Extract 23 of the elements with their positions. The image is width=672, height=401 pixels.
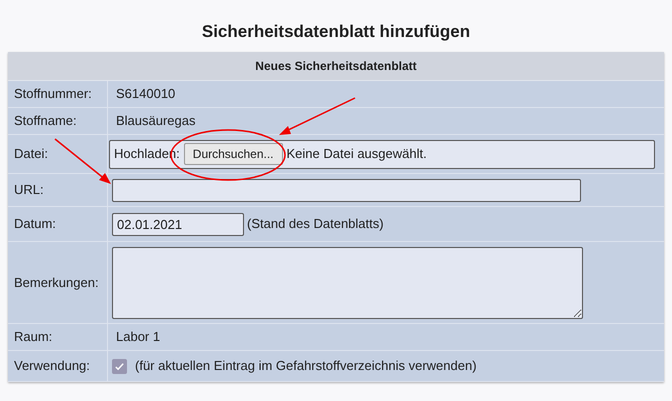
file-status: Keine Datei ausgewählt. (286, 145, 427, 164)
field-label: Stoffname: (14, 112, 77, 130)
browse-button[interactable]: Durchsuchen... (184, 143, 282, 165)
field-label: Raum: (14, 328, 52, 346)
field-label: Bemerkungen: (14, 274, 99, 292)
date-field[interactable]: 02.01.2021 (112, 212, 244, 236)
field-value: Blausäuregas (115, 112, 196, 130)
table-heading: Neues Sicherheitsdatenblatt (8, 52, 664, 81)
date-note: (Stand des Datenblatts) (247, 215, 384, 234)
field-label: Datum: (14, 215, 56, 234)
field-label: Stoffnummer: (14, 85, 92, 104)
checkbox[interactable] (112, 358, 127, 374)
page-title: Sicherheitsdatenblatt hinzufügen (200, 21, 472, 43)
field-label: URL: (14, 181, 44, 200)
field-value: S6140010 (115, 85, 176, 104)
checkbox-label: (für aktuellen Eintrag im Gefahrstoffverzeichnis verwenden) (135, 357, 477, 376)
field-value: Labor 1 (115, 328, 160, 346)
check-icon (114, 360, 125, 372)
url-field[interactable] (112, 178, 581, 202)
annotation-arrow (54, 138, 111, 184)
remarks-field[interactable] (112, 246, 583, 318)
field-label: Verwendung: (14, 357, 90, 376)
field-label: Datei: (14, 145, 48, 164)
